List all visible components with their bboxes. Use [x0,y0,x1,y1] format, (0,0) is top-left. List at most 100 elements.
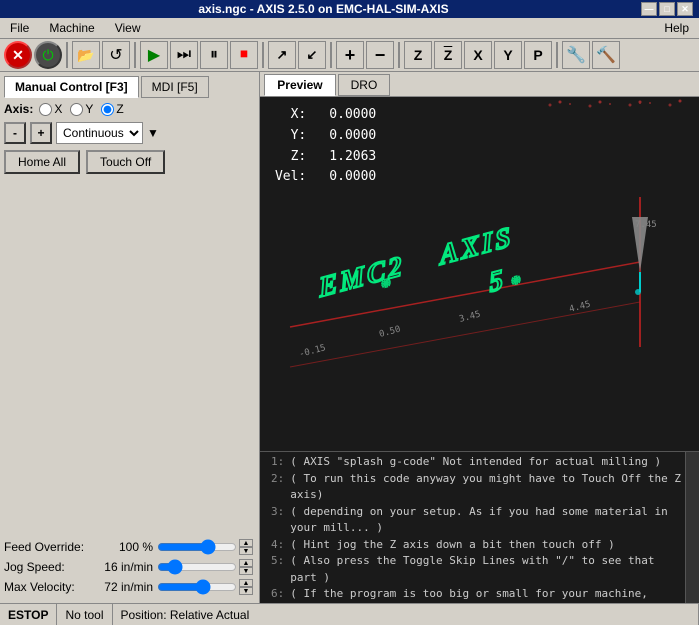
line-content: ( If the program is too big or small for… [290,586,681,603]
menu-help[interactable]: Help [658,19,695,37]
axis-y-label[interactable]: Y [70,102,93,116]
axis-z-label[interactable]: Z [101,102,123,116]
maximize-button[interactable]: □ [659,2,675,16]
code-scrollbar[interactable] [685,452,699,603]
position-status: Position: Relative Actual [113,604,699,625]
title-text: axis.ngc - AXIS 2.5.0 on EMC-HAL-SIM-AXI… [6,2,641,16]
run-button[interactable]: ▶ [140,41,168,69]
jog-mode-select[interactable]: Continuous [56,122,143,144]
menu-machine[interactable]: Machine [43,19,100,37]
view-x-button[interactable]: X [464,41,492,69]
svg-text:*: * [381,274,393,299]
step-forward-button[interactable]: ⏭ [170,41,198,69]
jog-speed-label: Jog Speed: [4,560,94,574]
view-p-button[interactable]: P [524,41,552,69]
axis-x-radio[interactable] [39,103,52,116]
line-content: ( depending on your setup. As if you had… [290,504,681,537]
view-z-button[interactable]: Z [404,41,432,69]
feed-override-label: Feed Override: [4,540,94,554]
feed-override-up[interactable]: ▲ [239,539,253,547]
feed-override-arrows: ▲ ▼ [239,539,253,555]
axis-label: Axis: [4,102,33,116]
axis-y-radio[interactable] [70,103,83,116]
max-velocity-arrows: ▲ ▼ [239,579,253,595]
forward-button[interactable]: ↗ [268,41,296,69]
jog-speed-row: Jog Speed: 16 in/min ▲ ▼ [4,559,255,575]
max-velocity-down[interactable]: ▼ [239,587,253,595]
left-panel: Manual Control [F3] MDI [F5] Axis: X Y Z… [0,72,260,603]
line-content: ( AXIS "splash g-code" Not intended for … [290,454,661,471]
jog-minus-button[interactable]: - [4,122,26,144]
home-all-button[interactable]: Home All [4,150,80,174]
right-panel: Preview DRO X: 0.0000 Y: 0.0000 Z: 1.206… [260,72,699,603]
status-bar: ESTOP No tool Position: Relative Actual [0,603,699,625]
line-number: 3: [264,504,284,537]
max-velocity-row: Max Velocity: 72 in/min ▲ ▼ [4,579,255,595]
feed-override-row: Feed Override: 100 % ▲ ▼ [4,539,255,555]
preview-area[interactable]: X: 0.0000 Y: 0.0000 Z: 1.2063 Vel: 0.000… [260,97,699,451]
code-lines: 1: ( AXIS "splash g-code" Not intended fo… [260,452,685,603]
feed-override-down[interactable]: ▼ [239,547,253,555]
jog-speed-slider[interactable] [157,560,237,574]
code-line: 1: ( AXIS "splash g-code" Not intended fo… [264,454,681,471]
jog-dropdown-arrow[interactable]: ▼ [147,126,159,140]
preview-readout: X: 0.0000 Y: 0.0000 Z: 1.2063 Vel: 0.000… [270,105,376,188]
jog-plus-button[interactable]: + [30,122,52,144]
line-number: 1: [264,454,284,471]
tab-preview[interactable]: Preview [264,74,335,96]
ctrl-row: Home All Touch Off [4,150,255,174]
open-button[interactable]: 📂 [72,41,100,69]
svg-text:*: * [511,271,523,296]
minimize-button[interactable]: — [641,2,657,16]
code-line: 6: ( If the program is too big or small f… [264,586,681,603]
menu-items: File Machine View [4,19,147,37]
jog-speed-up[interactable]: ▲ [239,559,253,567]
reverse-button[interactable]: ↙ [298,41,326,69]
view-zr-button[interactable]: Z [434,41,462,69]
max-velocity-up[interactable]: ▲ [239,579,253,587]
stop-button[interactable]: ⏹ [230,41,258,69]
tab-dro[interactable]: DRO [338,74,391,96]
menu-bar: File Machine View Help [0,18,699,39]
menu-file[interactable]: File [4,19,35,37]
tab-manual[interactable]: Manual Control [F3] [4,76,139,98]
line-content: ( Hint jog the Z axis down a bit then to… [290,537,615,554]
axis-radio-group: X Y Z [39,102,123,116]
jog-speed-down[interactable]: ▼ [239,567,253,575]
tool-status: No tool [57,604,112,625]
z-readout-label: Z: [270,147,306,168]
feed-override-value: 100 % [98,540,153,554]
pause-button[interactable]: ⏸ [200,41,228,69]
zoom-out-button[interactable]: − [366,41,394,69]
estop-button[interactable]: ✕ [4,41,32,69]
axis-z-radio[interactable] [101,103,114,116]
y-readout-value: 0.0000 [306,126,376,147]
view-y-button[interactable]: Y [494,41,522,69]
tool-button[interactable]: 🔨 [592,41,620,69]
max-velocity-value: 72 in/min [98,580,153,594]
feed-override-slider-ctrl: ▲ ▼ [157,539,255,555]
max-velocity-slider[interactable] [157,580,237,594]
jog-row: - + Continuous ▼ [4,122,255,144]
clear-button[interactable]: 🔧 [562,41,590,69]
code-line: 3:( depending on your setup. As if you h… [264,504,681,537]
y-readout-label: Y: [270,126,306,147]
line-content: ( Also press the Toggle Skip Lines with … [290,553,681,586]
line-number: 6: [264,586,284,603]
line-number: 4: [264,537,284,554]
svg-text:7.45: 7.45 [635,220,657,230]
jog-speed-value: 16 in/min [98,560,153,574]
code-panel[interactable]: 1: ( AXIS "splash g-code" Not intended fo… [260,451,699,603]
power-button[interactable]: ⏻ [34,41,62,69]
tab-mdi[interactable]: MDI [F5] [141,76,209,98]
zoom-in-button[interactable]: + [336,41,364,69]
toolbar: ✕ ⏻ 📂 ↺ ▶ ⏭ ⏸ ⏹ ↗ ↙ + − Z Z X Y P 🔧 🔨 [0,39,699,72]
axis-row: Axis: X Y Z [4,102,255,116]
touch-off-button[interactable]: Touch Off [86,150,165,174]
feed-override-slider[interactable] [157,540,237,554]
close-button[interactable]: ✕ [677,2,693,16]
menu-view[interactable]: View [109,19,147,37]
axis-x-label[interactable]: X [39,102,62,116]
max-velocity-label: Max Velocity: [4,580,94,594]
reload-button[interactable]: ↺ [102,41,130,69]
